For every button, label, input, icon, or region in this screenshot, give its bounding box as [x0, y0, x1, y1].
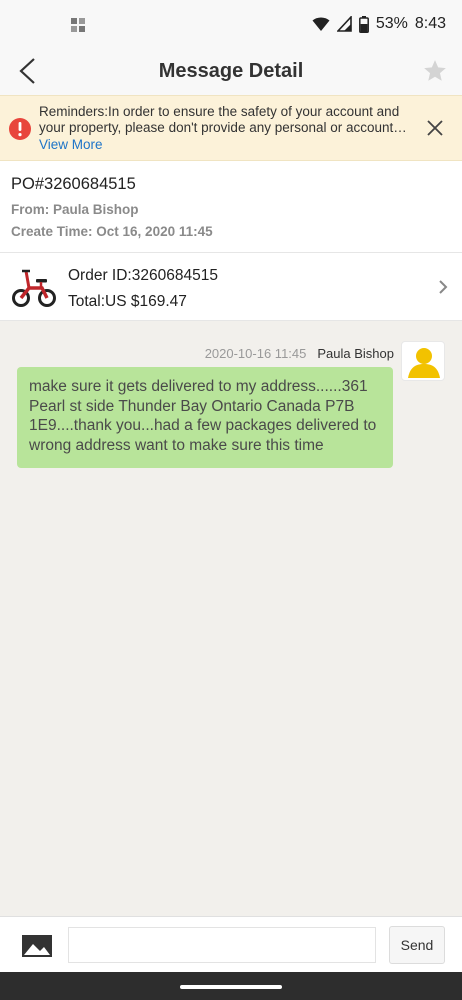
signal-icon	[336, 16, 352, 32]
clock: 8:43	[414, 15, 446, 32]
status-bar: 53% 8:43	[0, 0, 462, 48]
message-composer: Send	[0, 916, 462, 972]
star-icon[interactable]	[422, 58, 448, 84]
system-nav-bar	[0, 972, 462, 1000]
app-header: Message Detail	[0, 48, 462, 95]
po-info: PO#3260684515 From: Paula Bishop Create …	[0, 161, 462, 253]
send-button[interactable]: Send	[389, 926, 445, 964]
avatar[interactable]	[401, 341, 445, 381]
chat-area[interactable]: 2020-10-16 11:45 Paula Bishop make sure …	[0, 321, 462, 916]
close-icon[interactable]	[422, 115, 448, 141]
message-meta: 2020-10-16 11:45 Paula Bishop	[205, 346, 394, 361]
page-title: Message Detail	[158, 60, 304, 82]
reminder-line-1: Reminders:In order to ensure the safety …	[39, 104, 400, 119]
message-bubble: make sure it gets delivered to my addres…	[17, 367, 393, 468]
image-icon[interactable]	[21, 933, 53, 959]
message-timestamp: 2020-10-16 11:45	[204, 346, 307, 361]
message-sender: Paula Bishop	[317, 346, 394, 361]
app-notification-icon	[71, 18, 85, 32]
order-id: Order ID:3260684515	[68, 267, 218, 284]
reminder-banner: Reminders:In order to ensure the safety …	[0, 95, 462, 161]
battery-percent: 53%	[375, 15, 408, 32]
chevron-right-icon	[439, 280, 448, 294]
message-input[interactable]	[68, 927, 376, 963]
user-avatar-icon	[408, 348, 440, 378]
reminder-line-2: your property, please don't provide any …	[39, 120, 409, 135]
po-number: PO#3260684515	[11, 175, 136, 193]
wifi-icon	[312, 17, 330, 31]
home-gesture-handle[interactable]	[180, 985, 282, 989]
reminder-text: Reminders:In order to ensure the safety …	[39, 104, 409, 136]
battery-icon	[358, 15, 369, 33]
order-card[interactable]: Order ID:3260684515 Total:US $169.47	[0, 253, 462, 321]
po-create-time: Create Time: Oct 16, 2020 11:45	[11, 224, 213, 239]
electric-bike-thumbnail	[12, 269, 56, 307]
view-more-link[interactable]: View More	[39, 137, 103, 152]
alert-icon	[9, 118, 31, 140]
po-from: From: Paula Bishop	[11, 202, 139, 217]
order-total: Total:US $169.47	[68, 293, 187, 310]
